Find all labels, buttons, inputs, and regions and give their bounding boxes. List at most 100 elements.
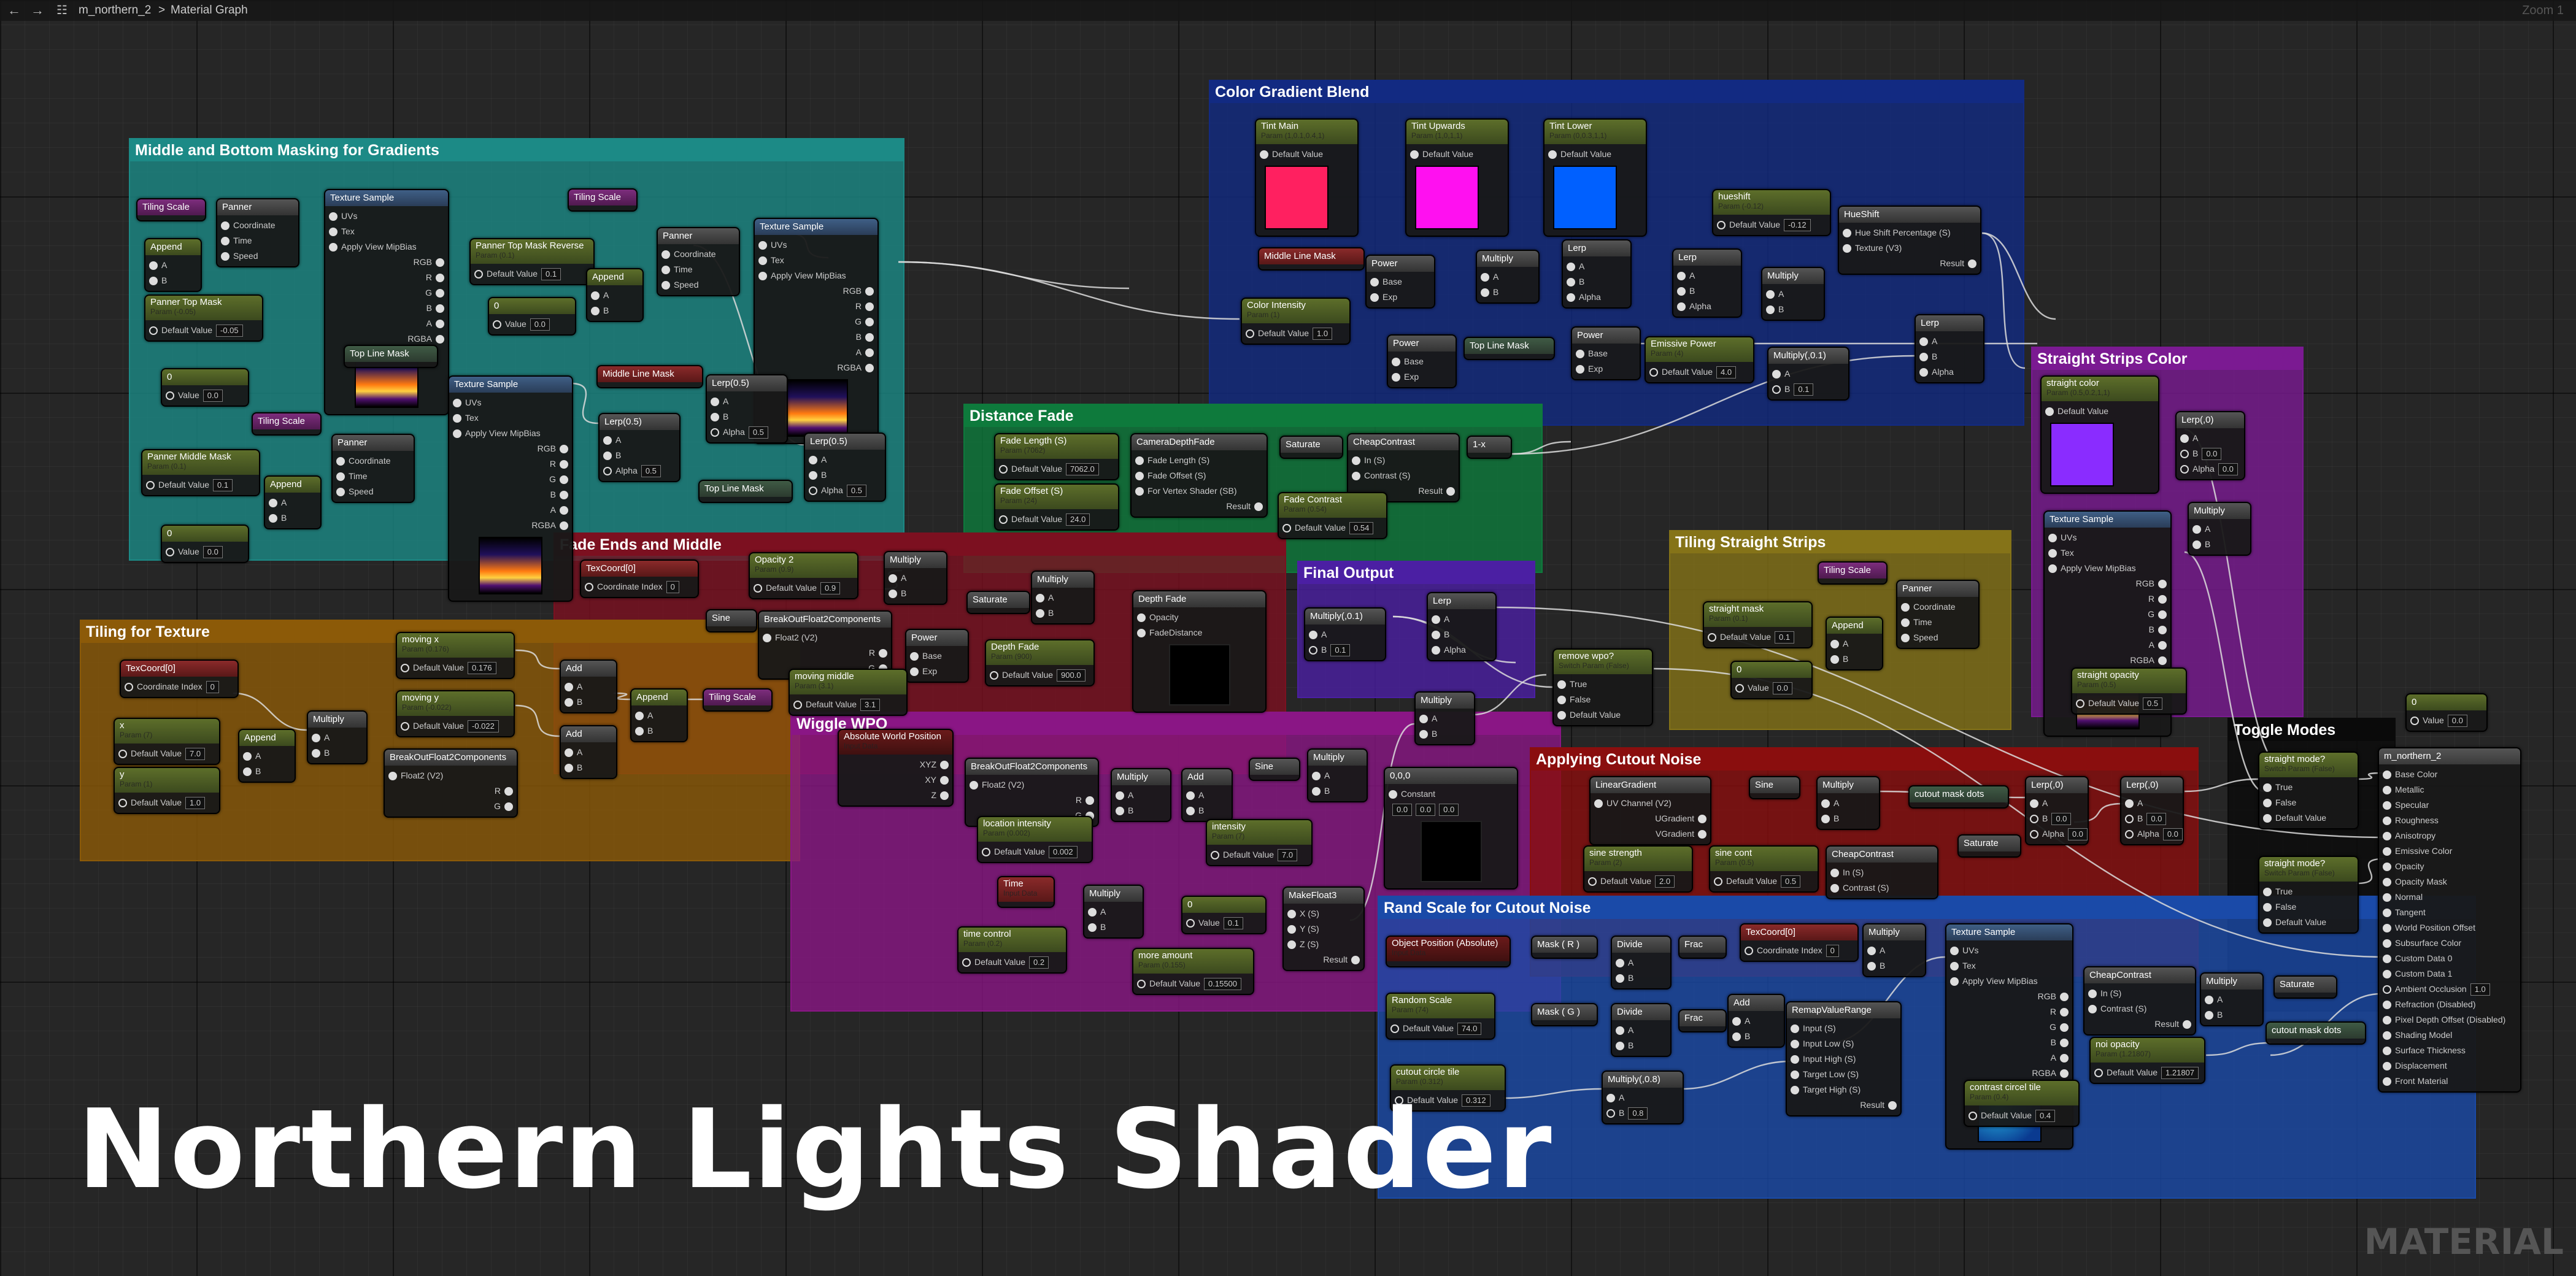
- pin-icon[interactable]: [1557, 711, 1566, 720]
- pin-row[interactable]: Z (S): [1287, 937, 1360, 952]
- node-title[interactable]: 0: [489, 298, 575, 314]
- node-title[interactable]: Depth Fade Param (900): [986, 640, 1093, 665]
- pin-row[interactable]: B: [149, 273, 197, 288]
- arrow-right-icon[interactable]: →: [31, 2, 44, 18]
- pin-value-field[interactable]: 0.5: [641, 465, 661, 477]
- node-top-line-mask-a[interactable]: Top Line Mask: [344, 345, 438, 368]
- pin-row[interactable]: UVs: [329, 209, 444, 224]
- node-title[interactable]: Multiply(,0.1): [1305, 609, 1385, 625]
- pin-icon[interactable]: [2383, 832, 2391, 841]
- pin-icon[interactable]: [1432, 615, 1440, 625]
- node-title[interactable]: TexCoord[0]: [121, 661, 237, 677]
- pin-value-field[interactable]: 0.5: [1781, 875, 1801, 888]
- node-title[interactable]: Multiply(,0.8): [1603, 1072, 1683, 1088]
- output-pin-row[interactable]: G: [758, 314, 874, 329]
- pin-icon[interactable]: [2030, 815, 2038, 824]
- pin-icon[interactable]: [2048, 564, 2057, 574]
- node-title[interactable]: Top Line Mask: [345, 346, 437, 362]
- node-intensity[interactable]: intensity Param (7) Default Value 7.0: [1206, 819, 1313, 866]
- pin-row[interactable]: B: [243, 764, 291, 779]
- node-cutout-mask-dots-b[interactable]: cutout mask dots: [2266, 1021, 2366, 1045]
- node-title[interactable]: Panner: [658, 228, 739, 244]
- pin-row[interactable]: Custom Data 1: [2383, 966, 2516, 982]
- pin-row[interactable]: A: [591, 288, 639, 303]
- node-title[interactable]: LinearGradient: [1591, 777, 1710, 793]
- node-title[interactable]: 0: [2407, 694, 2486, 710]
- output-pin-icon[interactable]: [940, 761, 949, 770]
- pin-icon[interactable]: [1901, 634, 1910, 643]
- output-pin-icon[interactable]: [436, 289, 444, 298]
- node-lerp-d[interactable]: Lerp A B Alpha: [1562, 239, 1632, 309]
- pin-row[interactable]: B: [1616, 970, 1667, 986]
- pin-row[interactable]: A: [2192, 521, 2246, 537]
- pin-row[interactable]: A: [2205, 992, 2259, 1007]
- constant-field[interactable]: 0.0: [1439, 804, 1459, 816]
- pin-row[interactable]: Coordinate: [1901, 599, 1975, 615]
- pin-row[interactable]: B: [711, 409, 783, 425]
- output-pin-row[interactable]: R: [388, 783, 513, 799]
- node-title[interactable]: BreakOutFloat2Components: [966, 759, 1098, 775]
- node-title[interactable]: Texture Sample: [449, 377, 572, 393]
- pin-row[interactable]: B: [565, 760, 612, 775]
- pin-icon[interactable]: [1616, 1042, 1624, 1051]
- node-title[interactable]: Lerp(0.5): [600, 414, 679, 430]
- pin-icon[interactable]: [1677, 287, 1686, 296]
- pin-icon[interactable]: [603, 467, 612, 476]
- node-title[interactable]: BreakOutFloat2Components: [759, 612, 891, 628]
- pin-row[interactable]: Alpha 0.0: [2125, 826, 2183, 842]
- node-multiply-final[interactable]: Multiply(,0.1) A B 0.1: [1304, 607, 1386, 661]
- pin-row[interactable]: Base: [1370, 274, 1430, 290]
- pin-icon[interactable]: [2094, 1069, 2103, 1078]
- pin-icon[interactable]: [1309, 646, 1317, 655]
- pin-row[interactable]: Default Value 0.2: [962, 955, 1062, 970]
- node-zero-e[interactable]: 0 Value 0.0: [1730, 661, 1813, 699]
- pin-value-field[interactable]: 0.0: [2146, 813, 2167, 825]
- node-straight-opacity[interactable]: straight opacity Param (0.5) Default Value…: [2071, 667, 2187, 715]
- pin-icon[interactable]: [1287, 910, 1296, 919]
- pin-row[interactable]: Default Value: [2263, 915, 2354, 930]
- node-saturate-b[interactable]: Saturate: [966, 591, 1030, 614]
- pin-row[interactable]: Default Value 0.176: [401, 660, 510, 675]
- pin-row[interactable]: A: [1481, 269, 1535, 285]
- output-pin-row[interactable]: R: [1950, 1004, 2069, 1020]
- node-title[interactable]: Top Line Mask: [700, 481, 792, 497]
- pin-icon[interactable]: [453, 399, 461, 408]
- pin-row[interactable]: Base: [1576, 346, 1636, 361]
- pin-value-field[interactable]: 0: [666, 581, 679, 593]
- pin-row[interactable]: Value 0.0: [166, 388, 244, 403]
- pin-row[interactable]: A: [2030, 796, 2084, 811]
- pin-icon[interactable]: [1392, 373, 1400, 382]
- node-title[interactable]: Texture Sample: [755, 219, 877, 235]
- pin-icon[interactable]: [243, 752, 252, 761]
- pin-icon[interactable]: [754, 584, 762, 593]
- node-time-control[interactable]: time control Param (0.2) Default Value 0.2: [957, 926, 1067, 974]
- pin-icon[interactable]: [1246, 329, 1254, 339]
- pin-value-field[interactable]: 0.2: [1029, 956, 1049, 969]
- node-panner-a[interactable]: Panner Coordinate Time Speed: [216, 198, 299, 267]
- pin-icon[interactable]: [2125, 799, 2134, 809]
- pin-icon[interactable]: [2263, 888, 2272, 897]
- pin-row[interactable]: Default Value: [1548, 147, 1642, 162]
- pin-icon[interactable]: [970, 781, 978, 790]
- pin-icon[interactable]: [1186, 791, 1195, 801]
- node-mask-rg-a[interactable]: Mask ( R ): [1531, 936, 1598, 959]
- node-more-amount[interactable]: more amount Param (0.155) Default Value 0.1…: [1132, 948, 1254, 995]
- pin-icon[interactable]: [1557, 680, 1566, 690]
- node-title[interactable]: CameraDepthFade: [1132, 434, 1267, 450]
- node-title[interactable]: Multiply: [885, 552, 946, 568]
- node-title[interactable]: Multiply(,0.1): [1768, 348, 1848, 364]
- node-add-b[interactable]: Add A B: [560, 725, 617, 779]
- pin-icon[interactable]: [1370, 278, 1379, 287]
- node-title[interactable]: Divide: [1612, 937, 1670, 953]
- node-title[interactable]: Opacity 2 Param (0.9): [750, 553, 857, 578]
- pin-row[interactable]: True: [2263, 884, 2354, 899]
- output-pin-row[interactable]: A: [453, 502, 568, 518]
- node-sine-c[interactable]: Sine: [1749, 776, 1800, 799]
- pin-icon[interactable]: [2192, 540, 2201, 550]
- pin-icon[interactable]: [711, 398, 719, 407]
- node-panner-top-mask[interactable]: Panner Top Mask Param (-0.05) Default Valu…: [144, 294, 263, 342]
- node-opacity2[interactable]: Opacity 2 Param (0.9) Default Value 0.9: [749, 552, 858, 599]
- output-pin-icon[interactable]: [504, 802, 513, 812]
- node-tiling-scale-b[interactable]: Tiling Scale: [568, 188, 638, 212]
- pin-icon[interactable]: [1137, 629, 1146, 638]
